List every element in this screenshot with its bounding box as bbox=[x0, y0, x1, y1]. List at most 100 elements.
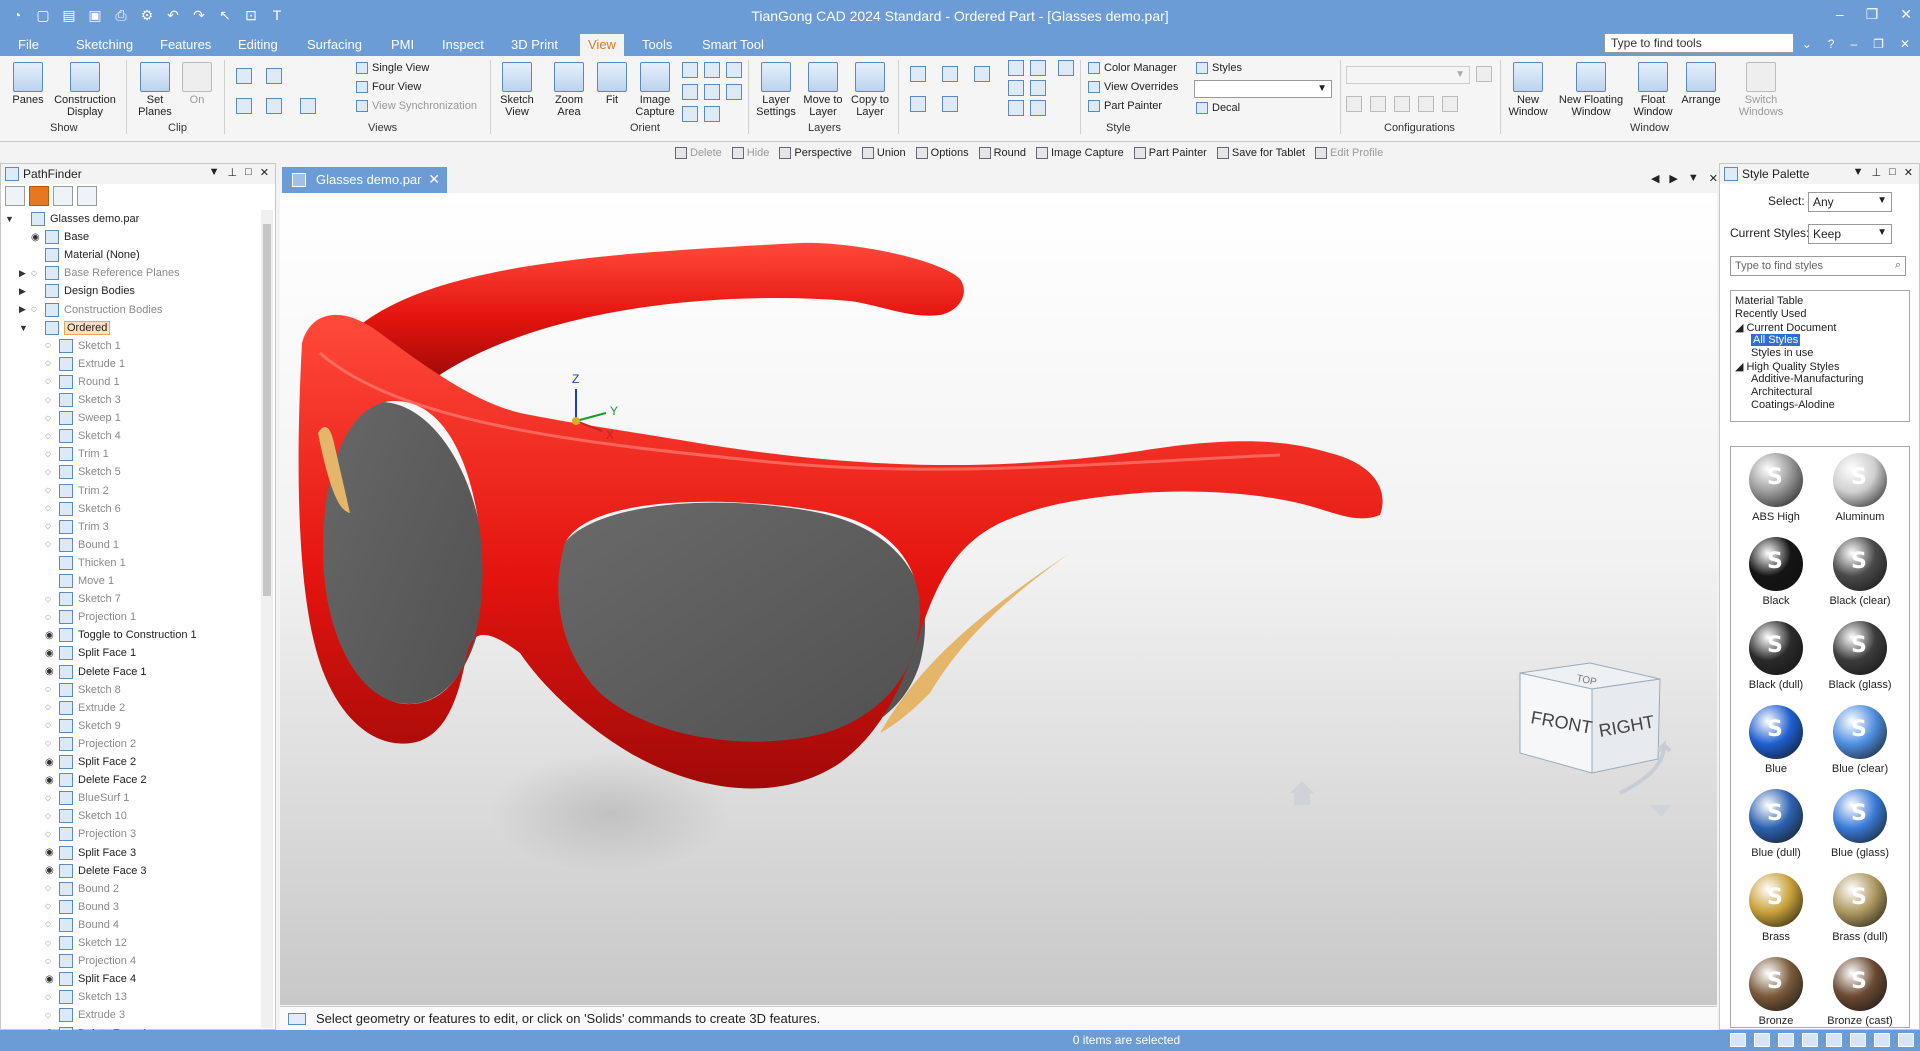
tree-item[interactable]: ◌ Sketch 13 bbox=[33, 988, 127, 1006]
zoom-icon[interactable] bbox=[682, 62, 698, 78]
layers-tab-icon[interactable] bbox=[77, 186, 97, 206]
minimize-button[interactable]: – bbox=[1836, 6, 1844, 23]
decal-button[interactable]: Decal bbox=[1196, 102, 1240, 114]
tree-item[interactable]: Thicken 1 bbox=[33, 554, 126, 572]
glasses-model[interactable]: Z Y X FRONT RIGHT TOP bbox=[280, 193, 1717, 1005]
view-orient-icon[interactable] bbox=[704, 84, 720, 100]
3d-tab-icon[interactable] bbox=[29, 186, 49, 206]
tab-inspect[interactable]: Inspect bbox=[442, 37, 484, 52]
visibility-eye-icon[interactable]: ◌ bbox=[45, 340, 59, 351]
tree-item[interactable]: ◌ Extrude 3 bbox=[33, 1006, 125, 1024]
tree-item[interactable]: ◌ Sketch 7 bbox=[33, 590, 121, 608]
tab-editing[interactable]: Editing bbox=[238, 37, 278, 52]
config-icon[interactable] bbox=[1346, 96, 1362, 112]
reflection-icon[interactable] bbox=[1030, 100, 1046, 116]
style-swatch[interactable]: Black (dull) bbox=[1739, 621, 1813, 691]
restore-doc-icon[interactable]: ❐ bbox=[1873, 37, 1884, 52]
render-mode-icon[interactable] bbox=[974, 66, 990, 82]
tree-item[interactable]: ◉ Split Face 3 bbox=[33, 844, 136, 862]
visibility-eye-icon[interactable]: ◌ bbox=[45, 503, 59, 514]
dropdown-icon[interactable]: ▼ bbox=[209, 166, 220, 179]
tree-item[interactable]: ◌ Bound 4 bbox=[33, 916, 119, 934]
view-orient-icon[interactable] bbox=[726, 84, 742, 100]
visibility-eye-icon[interactable]: ◌ bbox=[45, 992, 59, 1003]
display-icon[interactable] bbox=[1008, 100, 1024, 116]
panes-button[interactable]: Panes bbox=[8, 62, 48, 106]
visibility-eye-icon[interactable]: ◉ bbox=[45, 666, 59, 677]
edit-display-icon[interactable] bbox=[1030, 60, 1046, 76]
document-tab[interactable]: Glasses demo.par ✕ bbox=[282, 167, 447, 193]
float-window-button[interactable]: Float Window bbox=[1630, 62, 1676, 118]
tree-item[interactable]: ◌ Sweep 1 bbox=[33, 409, 121, 427]
expand-toggle-icon[interactable]: ▶ bbox=[19, 268, 31, 279]
tree-item[interactable]: ◌ Trim 1 bbox=[33, 445, 109, 463]
visibility-eye-icon[interactable]: ◌ bbox=[45, 720, 59, 731]
tree-item[interactable]: ◌ Sketch 6 bbox=[33, 500, 121, 518]
view-orient-icon[interactable] bbox=[704, 106, 720, 122]
tab-surfacing[interactable]: Surfacing bbox=[307, 37, 362, 52]
cmd-part-painter[interactable]: Part Painter bbox=[1133, 147, 1207, 159]
maximize-icon[interactable]: □ bbox=[245, 166, 252, 179]
search-icon[interactable]: ⌕ bbox=[1895, 259, 1901, 272]
tree-item[interactable]: ◉ Toggle to Construction 1 bbox=[33, 626, 197, 644]
tree-item[interactable]: ◌ Bound 1 bbox=[33, 536, 119, 554]
visibility-eye-icon[interactable]: ◌ bbox=[45, 1010, 59, 1021]
tree-item[interactable]: ▶ Design Bodies bbox=[19, 282, 135, 300]
layer-settings-button[interactable]: Layer Settings bbox=[754, 62, 798, 118]
clip-on-button[interactable]: On bbox=[180, 62, 214, 106]
visibility-eye-icon[interactable]: ◌ bbox=[45, 702, 59, 713]
cmd-save-for-tablet[interactable]: Save for Tablet bbox=[1216, 147, 1305, 159]
tab-scroll-right-icon[interactable]: ▶ bbox=[1669, 172, 1677, 185]
tree-item[interactable]: ▼ Ordered bbox=[19, 319, 111, 337]
style-swatch[interactable]: ABS High bbox=[1739, 453, 1813, 523]
set-planes-button[interactable]: Set Planes bbox=[134, 62, 176, 118]
view-cube-menu-icon[interactable] bbox=[1650, 805, 1672, 817]
tab-sketching[interactable]: Sketching bbox=[76, 37, 133, 52]
style-swatch[interactable]: Blue (dull) bbox=[1739, 789, 1813, 859]
style-dropdown[interactable]: ▼ bbox=[1194, 80, 1332, 98]
display-icon[interactable] bbox=[1008, 60, 1024, 76]
close-icon[interactable]: ✕ bbox=[1904, 166, 1913, 179]
visibility-eye-icon[interactable]: ◌ bbox=[45, 811, 59, 822]
tree-item[interactable]: ◌ Extrude 2 bbox=[33, 699, 125, 717]
visibility-eye-icon[interactable]: ◌ bbox=[45, 395, 59, 406]
find-tools-input[interactable]: Type to find tools bbox=[1604, 33, 1794, 53]
pan-icon[interactable] bbox=[704, 62, 720, 78]
visibility-eye-icon[interactable]: ◌ bbox=[45, 449, 59, 460]
cmd-round[interactable]: Round bbox=[978, 147, 1026, 159]
style-swatch[interactable]: Black (glass) bbox=[1823, 621, 1897, 691]
tree-item[interactable]: ◌ Sketch 1 bbox=[33, 337, 121, 355]
tab-scroll-left-icon[interactable]: ◀ bbox=[1651, 172, 1659, 185]
current-styles-dropdown[interactable]: Keep ▼ bbox=[1808, 224, 1892, 244]
switch-windows-button[interactable]: Switch Windows bbox=[1730, 62, 1792, 118]
tree-item[interactable]: ◌ Bound 3 bbox=[33, 898, 119, 916]
visibility-eye-icon[interactable]: ◉ bbox=[45, 757, 59, 768]
visibility-eye-icon[interactable]: ◌ bbox=[45, 358, 59, 369]
tree-item[interactable]: ◌ Sketch 8 bbox=[33, 681, 121, 699]
expand-toggle-icon[interactable]: ▼ bbox=[19, 323, 31, 333]
pathfinder-scrollbar[interactable] bbox=[261, 210, 273, 1028]
new-floating-window-button[interactable]: New Floating Window bbox=[1554, 62, 1628, 118]
config-icon[interactable] bbox=[1418, 96, 1434, 112]
four-view-button[interactable]: Four View bbox=[356, 81, 421, 93]
visibility-eye-icon[interactable]: ◌ bbox=[45, 901, 59, 912]
tab-tools[interactable]: Tools bbox=[642, 37, 672, 52]
visibility-eye-icon[interactable]: ◉ bbox=[45, 847, 59, 858]
lighting-icon[interactable] bbox=[1058, 60, 1074, 76]
pan-icon[interactable] bbox=[1802, 1033, 1818, 1047]
select-dropdown[interactable]: Any ▼ bbox=[1808, 192, 1892, 212]
visibility-eye-icon[interactable]: ◌ bbox=[45, 883, 59, 894]
expand-toggle-icon[interactable]: ◢ bbox=[1735, 361, 1747, 373]
cmd-edit-profile[interactable]: Edit Profile bbox=[1315, 147, 1383, 159]
visibility-eye-icon[interactable]: ◉ bbox=[45, 865, 59, 876]
cmd-union[interactable]: Union bbox=[861, 147, 906, 159]
tree-item[interactable]: ▶ ◌ Base Reference Planes bbox=[19, 264, 180, 282]
shaded-view-icon[interactable] bbox=[1874, 1033, 1890, 1047]
tree-item[interactable]: ◌ BlueSurf 1 bbox=[33, 789, 129, 807]
tree-item[interactable]: ◌ Projection 2 bbox=[33, 735, 136, 753]
visibility-eye-icon[interactable]: ◌ bbox=[45, 376, 59, 387]
close-doc-icon[interactable]: ✕ bbox=[1900, 37, 1910, 52]
cmd-perspective[interactable]: Perspective bbox=[779, 147, 852, 159]
tab-list-icon[interactable]: ▼ bbox=[1688, 172, 1699, 185]
style-tree-item[interactable]: ◢ Current Document bbox=[1735, 321, 1836, 334]
